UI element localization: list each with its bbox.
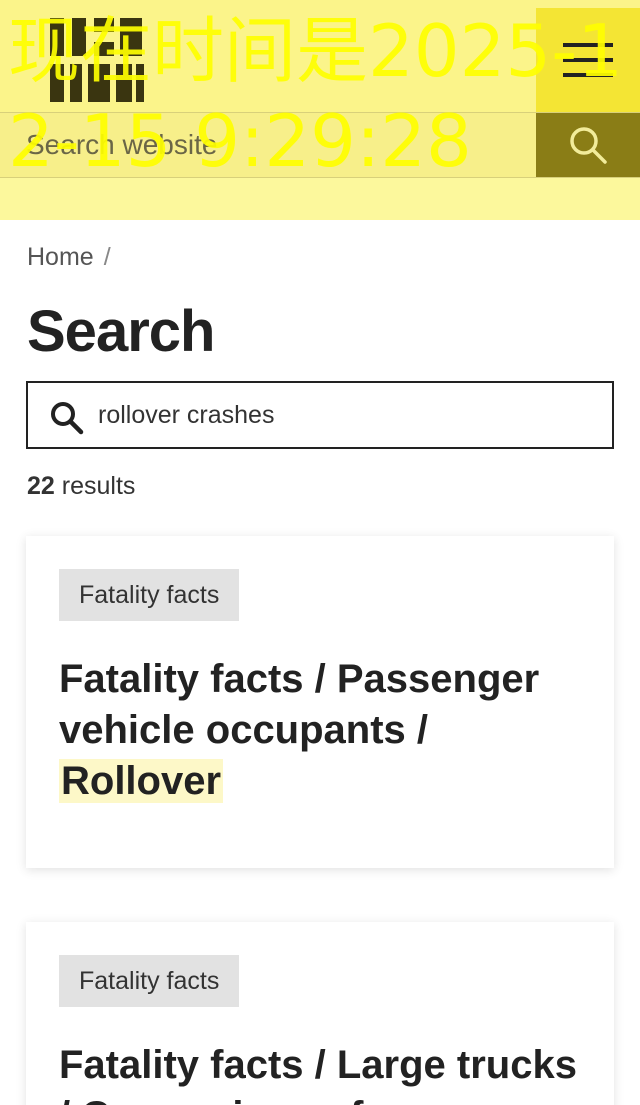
site-search-input[interactable] bbox=[26, 113, 526, 177]
result-card[interactable]: Fatality facts Fatality facts / Large tr… bbox=[26, 922, 614, 1105]
result-title-text: Fatality facts / Passenger vehicle occup… bbox=[59, 657, 540, 752]
hamburger-icon bbox=[563, 43, 613, 77]
result-title-link[interactable]: Fatality facts / Passenger vehicle occup… bbox=[59, 654, 579, 807]
site-logo[interactable] bbox=[50, 18, 146, 102]
search-input[interactable]: rollover crashes bbox=[26, 381, 614, 449]
search-query-text: rollover crashes bbox=[98, 401, 275, 429]
breadcrumb-separator: / bbox=[103, 243, 111, 271]
category-tag[interactable]: Fatality facts bbox=[59, 569, 240, 621]
result-card[interactable]: Fatality facts Fatality facts / Passenge… bbox=[26, 536, 614, 868]
site-search-button[interactable] bbox=[536, 113, 640, 177]
result-count: 22 results bbox=[27, 472, 135, 501]
menu-button[interactable] bbox=[536, 8, 640, 112]
result-count-label: results bbox=[61, 472, 136, 500]
breadcrumb-home-link[interactable]: Home bbox=[27, 243, 94, 271]
search-term-highlight: Rollover bbox=[59, 759, 224, 803]
page-title: Search bbox=[27, 299, 215, 364]
overlay-band bbox=[0, 178, 640, 220]
site-search-bar bbox=[0, 112, 640, 178]
search-icon bbox=[51, 402, 84, 435]
top-bar bbox=[0, 0, 640, 112]
result-count-number: 22 bbox=[27, 472, 55, 500]
search-icon bbox=[570, 127, 607, 164]
category-tag[interactable]: Fatality facts bbox=[59, 955, 240, 1007]
result-title-text: Fatality facts / Large trucks / Comparis… bbox=[59, 1043, 577, 1105]
result-title-link[interactable]: Fatality facts / Large trucks / Comparis… bbox=[59, 1040, 579, 1105]
breadcrumb: Home / bbox=[27, 243, 111, 272]
site-header: 现在时间是2025-12-15 9:29:28 bbox=[0, 0, 640, 220]
